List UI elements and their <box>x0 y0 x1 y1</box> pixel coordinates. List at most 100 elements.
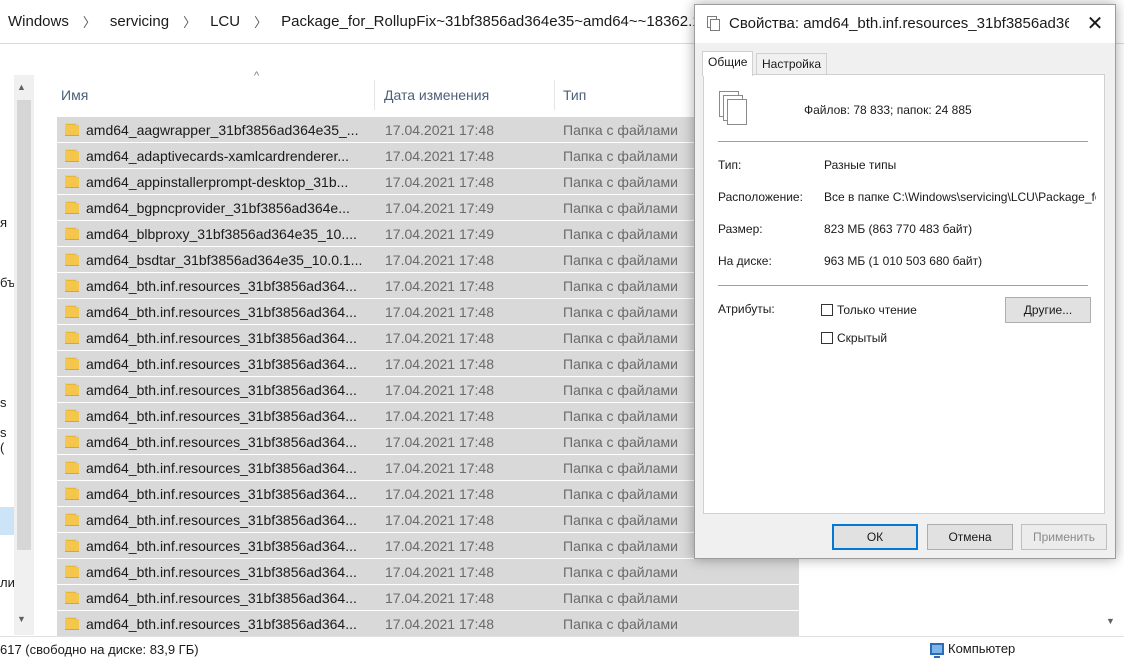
row-date: 17.04.2021 17:48 <box>385 356 494 372</box>
table-row[interactable]: amd64_adaptivecards-xamlcardrenderer... 1… <box>57 143 799 169</box>
table-row[interactable]: amd64_blbproxy_31bf3856ad364e35_10.... 17… <box>57 221 799 247</box>
folder-icon <box>65 149 79 163</box>
row-name[interactable]: amd64_bth.inf.resources_31bf3856ad364... <box>86 611 368 637</box>
row-name[interactable]: amd64_bth.inf.resources_31bf3856ad364... <box>86 507 368 533</box>
row-date: 17.04.2021 17:48 <box>385 434 494 450</box>
row-name[interactable]: amd64_bth.inf.resources_31bf3856ad364... <box>86 585 368 611</box>
row-name[interactable]: amd64_bth.inf.resources_31bf3856ad364... <box>86 325 368 351</box>
table-row[interactable]: amd64_bth.inf.resources_31bf3856ad364...… <box>57 429 799 455</box>
row-name[interactable]: amd64_bgpncprovider_31bf3856ad364e... <box>86 195 368 221</box>
chevron-right-icon[interactable]: 〉 <box>254 12 267 31</box>
row-name[interactable]: amd64_adaptivecards-xamlcardrenderer... <box>86 143 368 169</box>
column-name[interactable]: Имя <box>61 76 88 114</box>
dialog-titlebar[interactable]: Свойства: amd64_bth.inf.resources_31bf38… <box>695 5 1115 43</box>
table-row[interactable]: amd64_bth.inf.resources_31bf3856ad364...… <box>57 585 799 611</box>
row-name[interactable]: amd64_appinstallerprompt-desktop_31b... <box>86 169 368 195</box>
tab-general[interactable]: Общие <box>702 51 754 76</box>
table-row[interactable]: amd64_bth.inf.resources_31bf3856ad364...… <box>57 455 799 481</box>
apply-button[interactable]: Применить <box>1021 524 1107 550</box>
row-name[interactable]: amd64_bth.inf.resources_31bf3856ad364... <box>86 533 368 559</box>
nav-item-fragment[interactable]: ли <box>0 575 14 590</box>
row-name[interactable]: amd64_bth.inf.resources_31bf3856ad364... <box>86 403 368 429</box>
row-name[interactable]: amd64_bth.inf.resources_31bf3856ad364... <box>86 481 368 507</box>
checkbox-box[interactable] <box>821 304 833 316</box>
other-attributes-button[interactable]: Другие... <box>1005 297 1091 323</box>
row-name[interactable]: amd64_bth.inf.resources_31bf3856ad364... <box>86 299 368 325</box>
tab-customize[interactable]: Настройка <box>756 53 828 75</box>
row-type: Папка с файлами <box>563 460 678 476</box>
table-row[interactable]: amd64_bth.inf.resources_31bf3856ad364...… <box>57 351 799 377</box>
row-name[interactable]: amd64_bth.inf.resources_31bf3856ad364... <box>86 351 368 377</box>
column-divider[interactable] <box>554 80 555 110</box>
scroll-down-icon[interactable]: ▼ <box>1106 616 1115 626</box>
row-type: Папка с файлами <box>563 512 678 528</box>
row-name[interactable]: amd64_bth.inf.resources_31bf3856ad364... <box>86 559 368 585</box>
table-row[interactable]: amd64_bth.inf.resources_31bf3856ad364...… <box>57 403 799 429</box>
disk-size-label: На диске: <box>718 254 772 268</box>
table-row[interactable]: amd64_bsdtar_31bf3856ad364e35_10.0.1... 1… <box>57 247 799 273</box>
breadcrumb-servicing[interactable]: servicing <box>110 13 169 30</box>
folder-icon <box>65 487 79 501</box>
chevron-right-icon[interactable]: 〉 <box>183 12 196 31</box>
row-type: Папка с файлами <box>563 590 678 606</box>
column-date[interactable]: Дата изменения <box>384 76 489 114</box>
row-type: Папка с файлами <box>563 122 678 138</box>
cancel-button[interactable]: Отмена <box>927 524 1013 550</box>
nav-scrollbar-thumb[interactable] <box>17 100 31 550</box>
readonly-checkbox[interactable]: Только чтение <box>821 303 917 317</box>
row-name[interactable]: amd64_aagwrapper_31bf3856ad364e35_... <box>86 117 368 143</box>
table-row[interactable]: amd64_bth.inf.resources_31bf3856ad364...… <box>57 325 799 351</box>
nav-item-fragment[interactable]: я <box>0 215 7 230</box>
row-date: 17.04.2021 17:48 <box>385 330 494 346</box>
table-row[interactable]: amd64_aagwrapper_31bf3856ad364e35_... 17.… <box>57 117 799 143</box>
size-label: Размер: <box>718 222 763 236</box>
table-row[interactable]: amd64_bth.inf.resources_31bf3856ad364...… <box>57 559 799 585</box>
hidden-checkbox-label[interactable]: Скрытый <box>837 331 887 345</box>
status-zone: Компьютер <box>930 641 1015 658</box>
chevron-right-icon[interactable]: 〉 <box>83 12 96 31</box>
table-row[interactable]: amd64_bth.inf.resources_31bf3856ad364...… <box>57 299 799 325</box>
row-type: Папка с файлами <box>563 200 678 216</box>
column-divider[interactable] <box>374 80 375 110</box>
nav-selected-item[interactable] <box>0 507 14 535</box>
scroll-down-icon[interactable]: ▼ <box>17 614 26 624</box>
row-type: Папка с файлами <box>563 616 678 632</box>
table-row[interactable]: amd64_appinstallerprompt-desktop_31b... 1… <box>57 169 799 195</box>
row-name[interactable]: amd64_bth.inf.resources_31bf3856ad364... <box>86 273 368 299</box>
breadcrumb-lcu[interactable]: LCU <box>210 13 240 30</box>
row-name[interactable]: amd64_bth.inf.resources_31bf3856ad364... <box>86 455 368 481</box>
row-date: 17.04.2021 17:48 <box>385 148 494 164</box>
folder-icon <box>65 331 79 345</box>
table-row[interactable]: amd64_bth.inf.resources_31bf3856ad364...… <box>57 481 799 507</box>
row-date: 17.04.2021 17:48 <box>385 512 494 528</box>
divider <box>718 141 1088 142</box>
table-row[interactable]: amd64_bgpncprovider_31bf3856ad364e... 17.… <box>57 195 799 221</box>
checkbox-box[interactable] <box>821 332 833 344</box>
row-name[interactable]: amd64_blbproxy_31bf3856ad364e35_10.... <box>86 221 368 247</box>
row-date: 17.04.2021 17:48 <box>385 408 494 424</box>
scroll-up-icon[interactable]: ▲ <box>17 82 26 92</box>
ok-button[interactable]: ОК <box>832 524 918 550</box>
status-free-space: 617 (свободно на диске: 83,9 ГБ) <box>0 642 199 657</box>
row-date: 17.04.2021 17:48 <box>385 486 494 502</box>
row-name[interactable]: amd64_bsdtar_31bf3856ad364e35_10.0.1... <box>86 247 368 273</box>
table-row[interactable]: amd64_bth.inf.resources_31bf3856ad364...… <box>57 273 799 299</box>
row-date: 17.04.2021 17:48 <box>385 564 494 580</box>
column-type[interactable]: Тип <box>563 76 586 114</box>
row-name[interactable]: amd64_bth.inf.resources_31bf3856ad364... <box>86 377 368 403</box>
breadcrumb-windows[interactable]: Windows <box>8 13 69 30</box>
nav-item-fragment[interactable]: s <box>0 395 7 410</box>
readonly-checkbox-label[interactable]: Только чтение <box>837 303 917 317</box>
breadcrumb-package[interactable]: Package_for_RollupFix~31bf3856ad364e35~a… <box>281 13 751 30</box>
hidden-checkbox[interactable]: Скрытый <box>821 331 887 345</box>
nav-item-fragment[interactable]: s ( <box>0 425 14 455</box>
location-label: Расположение: <box>718 190 803 204</box>
table-row[interactable]: amd64_bth.inf.resources_31bf3856ad364...… <box>57 507 799 533</box>
table-row[interactable]: amd64_bth.inf.resources_31bf3856ad364...… <box>57 377 799 403</box>
nav-item-fragment[interactable]: бъ <box>0 275 14 290</box>
row-name[interactable]: amd64_bth.inf.resources_31bf3856ad364... <box>86 429 368 455</box>
table-row[interactable]: amd64_bth.inf.resources_31bf3856ad364...… <box>57 533 799 559</box>
close-icon[interactable]: ✕ <box>1079 9 1111 39</box>
navigation-pane[interactable]: я бъ s s ( ли <box>0 75 14 635</box>
table-row[interactable]: amd64_bth.inf.resources_31bf3856ad364...… <box>57 611 799 637</box>
